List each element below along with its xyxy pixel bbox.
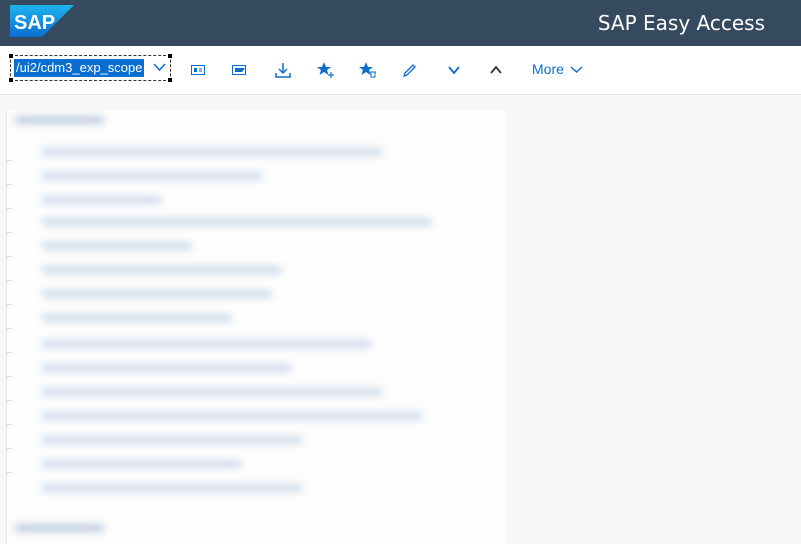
- user-menu-button[interactable]: [188, 60, 208, 80]
- command-field-value[interactable]: /ui2/cdm3_exp_scope: [14, 59, 145, 77]
- tree-tick: [6, 376, 12, 377]
- sap-logo[interactable]: SAP: [10, 5, 74, 37]
- menu-tree-blurred: [6, 110, 506, 544]
- user-menu-icon: [191, 65, 205, 75]
- tree-tick: [6, 328, 12, 329]
- more-button[interactable]: More: [532, 61, 583, 77]
- tree-tick: [6, 304, 12, 305]
- download-icon: [275, 63, 291, 78]
- tree-tick: [6, 256, 12, 257]
- tree-tick: [6, 232, 12, 233]
- sap-menu-icon: [232, 65, 246, 75]
- download-button[interactable]: [273, 60, 293, 80]
- tree-tick: [6, 400, 12, 401]
- chevron-down-icon[interactable]: [153, 62, 166, 72]
- tree-tick: [6, 280, 12, 281]
- tree-tick: [6, 424, 12, 425]
- more-label: More: [532, 61, 564, 77]
- chevron-down-icon: [570, 65, 583, 73]
- sap-menu-button[interactable]: [230, 60, 250, 80]
- expand-down-icon: [448, 66, 460, 75]
- edit-button[interactable]: [400, 60, 420, 80]
- edit-icon: [402, 64, 416, 78]
- delete-favorite-icon: [359, 62, 376, 78]
- add-favorite-button[interactable]: [316, 60, 336, 80]
- tree-tick: [6, 208, 12, 209]
- tree-tick: [6, 448, 12, 449]
- toolbar: /ui2/cdm3_exp_scope More: [0, 46, 801, 95]
- delete-favorite-button[interactable]: [358, 60, 378, 80]
- expand-down-button[interactable]: [444, 60, 464, 80]
- collapse-up-button[interactable]: [486, 60, 506, 80]
- shell-bar: SAP SAP Easy Access: [0, 0, 801, 46]
- svg-text:SAP: SAP: [14, 12, 55, 34]
- shell-title: SAP Easy Access: [597, 11, 765, 35]
- tree-tick: [6, 472, 12, 473]
- tree-tick: [6, 184, 12, 185]
- tree-tick: [6, 352, 12, 353]
- tree-tick: [6, 160, 12, 161]
- command-field[interactable]: /ui2/cdm3_exp_scope: [9, 54, 172, 82]
- collapse-up-icon: [490, 65, 502, 74]
- add-favorite-icon: [317, 62, 334, 78]
